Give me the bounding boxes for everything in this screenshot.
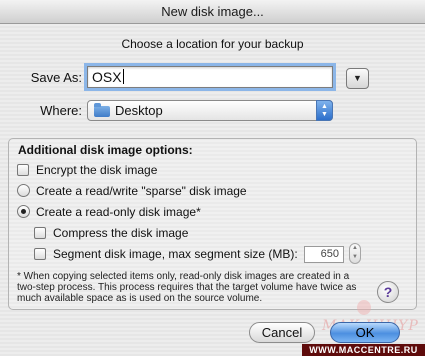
stepper-down-icon: ▼ [352, 254, 358, 260]
segment-size-stepper[interactable]: ▲ ▼ [349, 243, 361, 264]
window-title: New disk image... [161, 4, 264, 19]
where-popup[interactable]: Desktop ▲ ▼ [87, 100, 333, 121]
save-as-label: Save As: [30, 70, 82, 85]
save-as-value: OSX [92, 69, 122, 85]
radio-icon [17, 184, 30, 197]
checkbox-icon [34, 227, 46, 239]
sparse-radio[interactable]: Create a read/write "sparse" disk image [17, 184, 247, 198]
watermark-site: WWW.MACCENTRE.RU [302, 344, 425, 356]
where-label: Where: [40, 103, 82, 118]
footnote: * When copying selected items only, read… [17, 271, 357, 304]
text-caret [122, 69, 124, 84]
encrypt-label: Encrypt the disk image [36, 163, 158, 177]
window-title-bar: New disk image... [0, 0, 425, 24]
segment-checkbox[interactable]: Segment disk image, max segment size (MB… [34, 247, 298, 261]
segment-size-field[interactable]: 650 [304, 246, 344, 263]
ok-button[interactable]: OK [330, 322, 400, 343]
apple-watermark-icon [357, 300, 371, 315]
sparse-label: Create a read/write "sparse" disk image [36, 184, 247, 198]
radio-selected-icon [17, 205, 30, 218]
expand-browser-button[interactable]: ▼ [346, 68, 369, 89]
dialog-prompt: Choose a location for your backup [121, 37, 304, 51]
compress-label: Compress the disk image [53, 226, 189, 240]
cancel-button[interactable]: Cancel [249, 322, 315, 343]
triangle-down-icon: ▼ [353, 73, 362, 83]
readonly-radio[interactable]: Create a read-only disk image* [17, 205, 201, 219]
options-title: Additional disk image options: [18, 143, 193, 157]
encrypt-checkbox[interactable]: Encrypt the disk image [17, 163, 157, 177]
help-button[interactable]: ? [377, 281, 399, 303]
checkbox-icon [17, 164, 29, 176]
checkbox-icon [34, 248, 46, 260]
save-as-field[interactable]: OSX [87, 66, 333, 88]
where-selected: Desktop [115, 103, 163, 118]
popup-arrows-icon: ▲ ▼ [316, 100, 333, 121]
readonly-label: Create a read-only disk image* [36, 205, 201, 219]
compress-checkbox[interactable]: Compress the disk image [34, 226, 188, 240]
folder-icon [94, 103, 110, 117]
segment-label: Segment disk image, max segment size (MB… [53, 247, 298, 261]
stepper-up-icon: ▲ [352, 245, 358, 251]
